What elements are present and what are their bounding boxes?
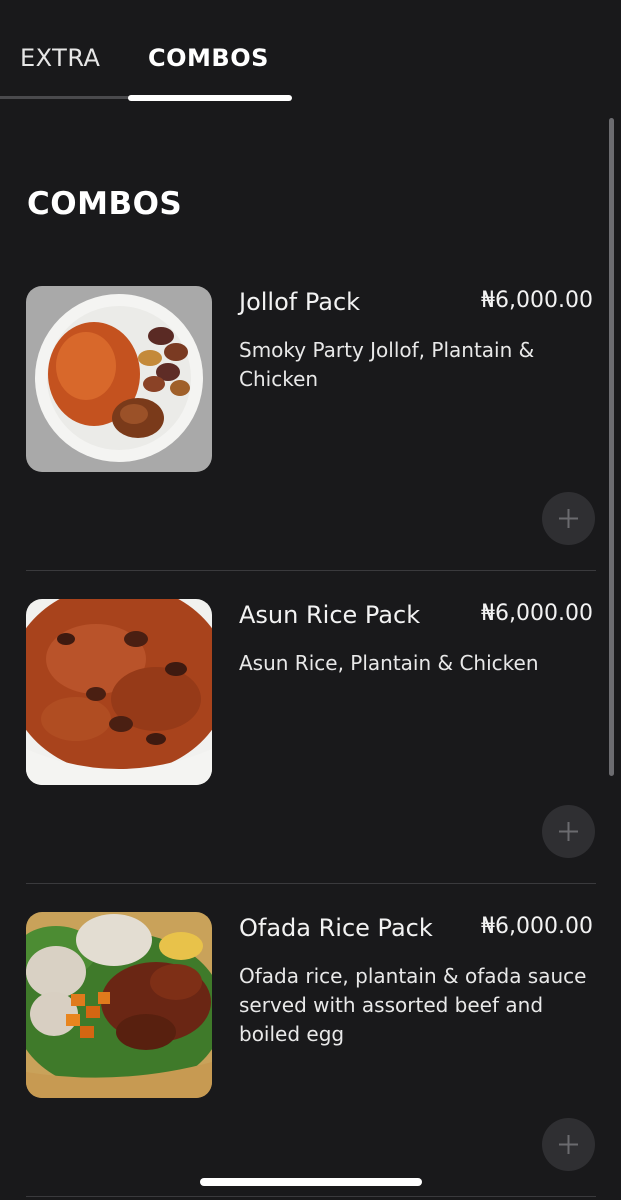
- item-price: ₦6,000.00: [481, 601, 593, 626]
- menu-item[interactable]: Jollof Pack ₦6,000.00 Smoky Party Jollof…: [0, 286, 621, 599]
- section-title: COMBOS: [27, 186, 183, 222]
- add-button[interactable]: [542, 1118, 595, 1171]
- item-description: Asun Rice, Plantain & Chicken: [239, 651, 539, 675]
- item-divider: [26, 883, 596, 884]
- tab-combos[interactable]: COMBOS: [148, 44, 269, 72]
- home-indicator[interactable]: [200, 1178, 422, 1186]
- plus-icon: [559, 1135, 578, 1154]
- active-tab-indicator: [128, 95, 292, 101]
- item-name: Jollof Pack: [239, 288, 361, 316]
- menu-item[interactable]: Asun Rice Pack ₦6,000.00 Asun Rice, Plan…: [0, 599, 621, 912]
- plus-icon: [559, 509, 578, 528]
- item-name: Asun Rice Pack: [239, 601, 421, 629]
- item-divider: [26, 1196, 596, 1197]
- item-description: Ofada rice, plantain & ofada sauce serve…: [239, 964, 587, 1046]
- add-button[interactable]: [542, 805, 595, 858]
- item-price: ₦6,000.00: [481, 914, 593, 939]
- add-button[interactable]: [542, 492, 595, 545]
- item-price: ₦6,000.00: [481, 288, 593, 313]
- menu-screen: EXTRA COMBOS COMBOS Jollof Pack ₦6,000.0…: [0, 0, 621, 1200]
- item-divider: [26, 570, 596, 571]
- tab-extra[interactable]: EXTRA: [20, 44, 100, 72]
- item-image-jollof: [26, 286, 212, 472]
- item-name: Ofada Rice Pack: [239, 914, 433, 942]
- item-image-ofada: [26, 912, 212, 1098]
- plus-icon: [559, 822, 578, 841]
- category-tabs: EXTRA COMBOS: [0, 0, 621, 102]
- tab-track: [0, 96, 130, 99]
- item-description: Smoky Party Jollof, Plantain & Chicken: [239, 338, 535, 391]
- menu-item[interactable]: Ofada Rice Pack ₦6,000.00 Ofada rice, pl…: [0, 912, 621, 1200]
- item-image-asun: [26, 599, 212, 785]
